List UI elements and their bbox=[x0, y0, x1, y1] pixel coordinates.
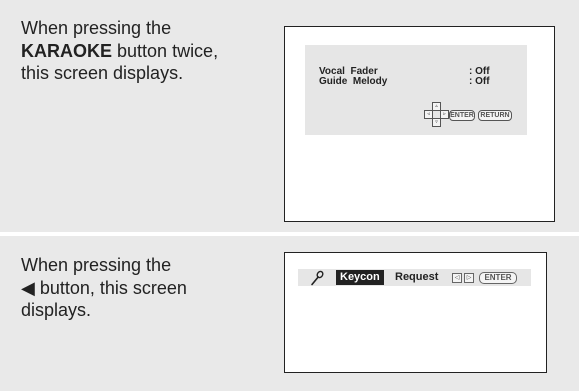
instruction-line: When pressing the bbox=[21, 255, 172, 275]
guide-melody-row[interactable]: Guide Melody : Off bbox=[319, 76, 490, 87]
microphone-icon bbox=[311, 270, 324, 286]
karaoke-menu-screen: Vocal Fader : Off Guide Melody : Off ▵ ◃… bbox=[284, 26, 555, 222]
instruction-line: this screen displays. bbox=[21, 63, 184, 83]
left-arrow-key-icon[interactable]: ◁ bbox=[452, 273, 462, 283]
keycon-screen: Keycon Request ◁ ▷ ENTER bbox=[284, 252, 547, 373]
right-arrow-key-icon[interactable]: ▷ bbox=[464, 273, 474, 283]
karaoke-key-name: KARAOKE bbox=[21, 40, 113, 61]
keycon-bar: Keycon Request ◁ ▷ ENTER bbox=[298, 269, 531, 286]
instruction-text: button twice, bbox=[112, 40, 219, 61]
enter-button[interactable]: ENTER bbox=[449, 110, 475, 121]
karaoke-instruction: When pressing the KARAOKE button twice, … bbox=[21, 17, 218, 85]
instruction-line: KARAOKE button twice, bbox=[21, 40, 218, 63]
karaoke-menu-box: Vocal Fader : Off Guide Melody : Off ▵ ◃… bbox=[305, 45, 527, 135]
left-arrow-glyph: ◀ bbox=[21, 277, 35, 298]
keycon-badge[interactable]: Keycon bbox=[336, 270, 384, 285]
instruction-line: ◀ button, this screen bbox=[21, 277, 187, 300]
down-arrow-icon: ▿ bbox=[432, 118, 441, 127]
instruction-text: button, this screen bbox=[34, 277, 187, 298]
guide-melody-label: Guide Melody bbox=[319, 76, 388, 87]
instruction-line: displays. bbox=[21, 300, 92, 320]
keycon-instruction: When pressing the ◀ button, this screen … bbox=[21, 254, 187, 322]
return-button[interactable]: RETURN bbox=[478, 110, 512, 121]
guide-melody-value: : Off bbox=[469, 76, 490, 87]
enter-button[interactable]: ENTER bbox=[479, 272, 517, 284]
request-label: Request bbox=[395, 271, 439, 283]
instruction-line: When pressing the bbox=[21, 18, 172, 38]
right-arrow-icon: ▹ bbox=[440, 110, 449, 119]
